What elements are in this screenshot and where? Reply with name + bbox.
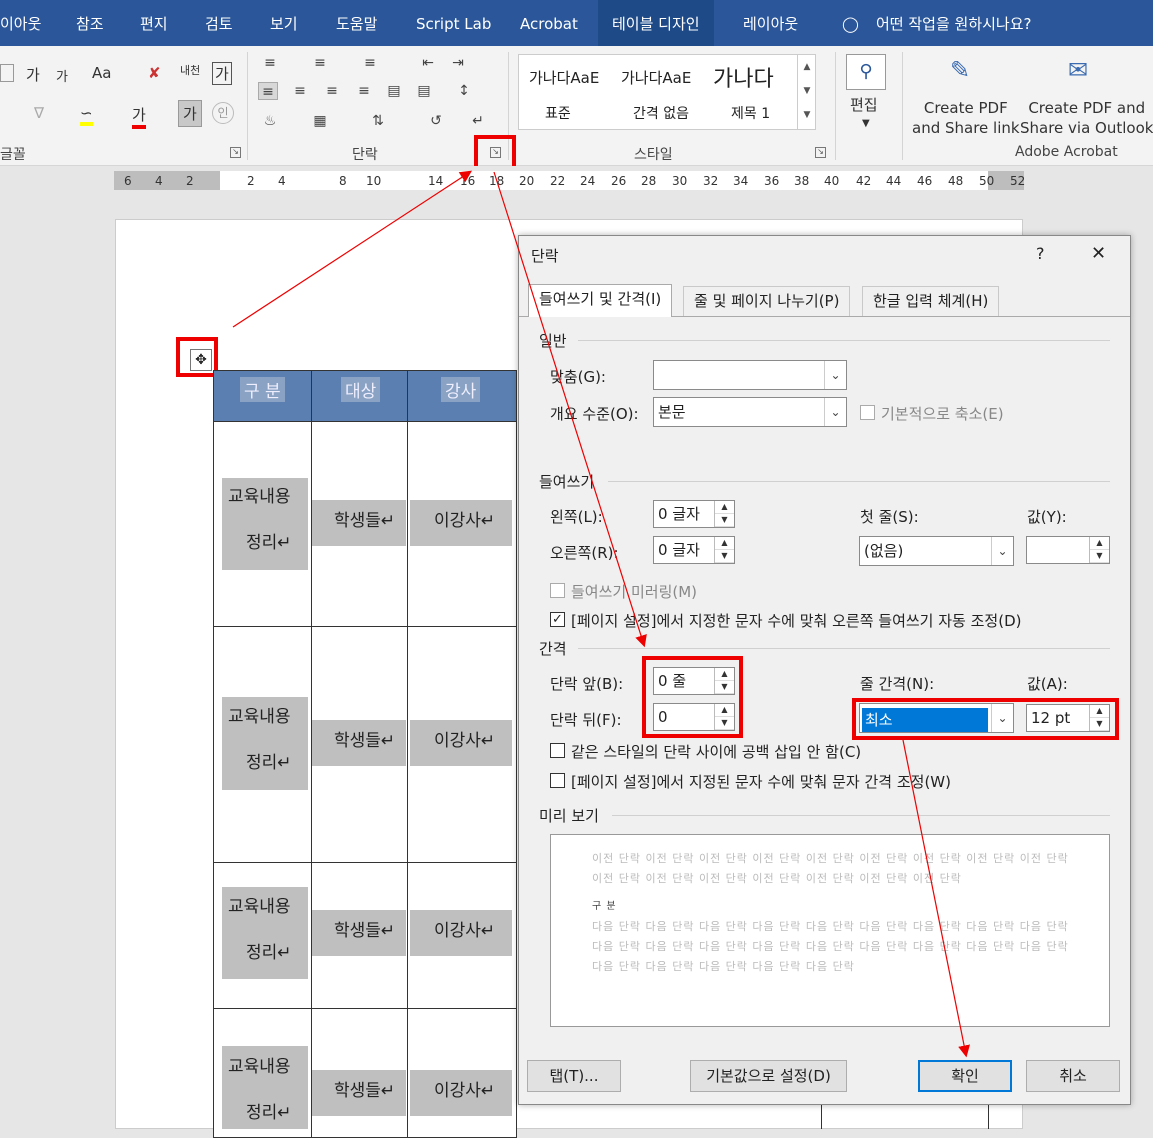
annotation-arrows xyxy=(232,170,971,1058)
arrow-to-ok xyxy=(902,739,971,1058)
arrow-to-spacing xyxy=(493,171,647,648)
arrow-to-launcher xyxy=(232,170,473,328)
